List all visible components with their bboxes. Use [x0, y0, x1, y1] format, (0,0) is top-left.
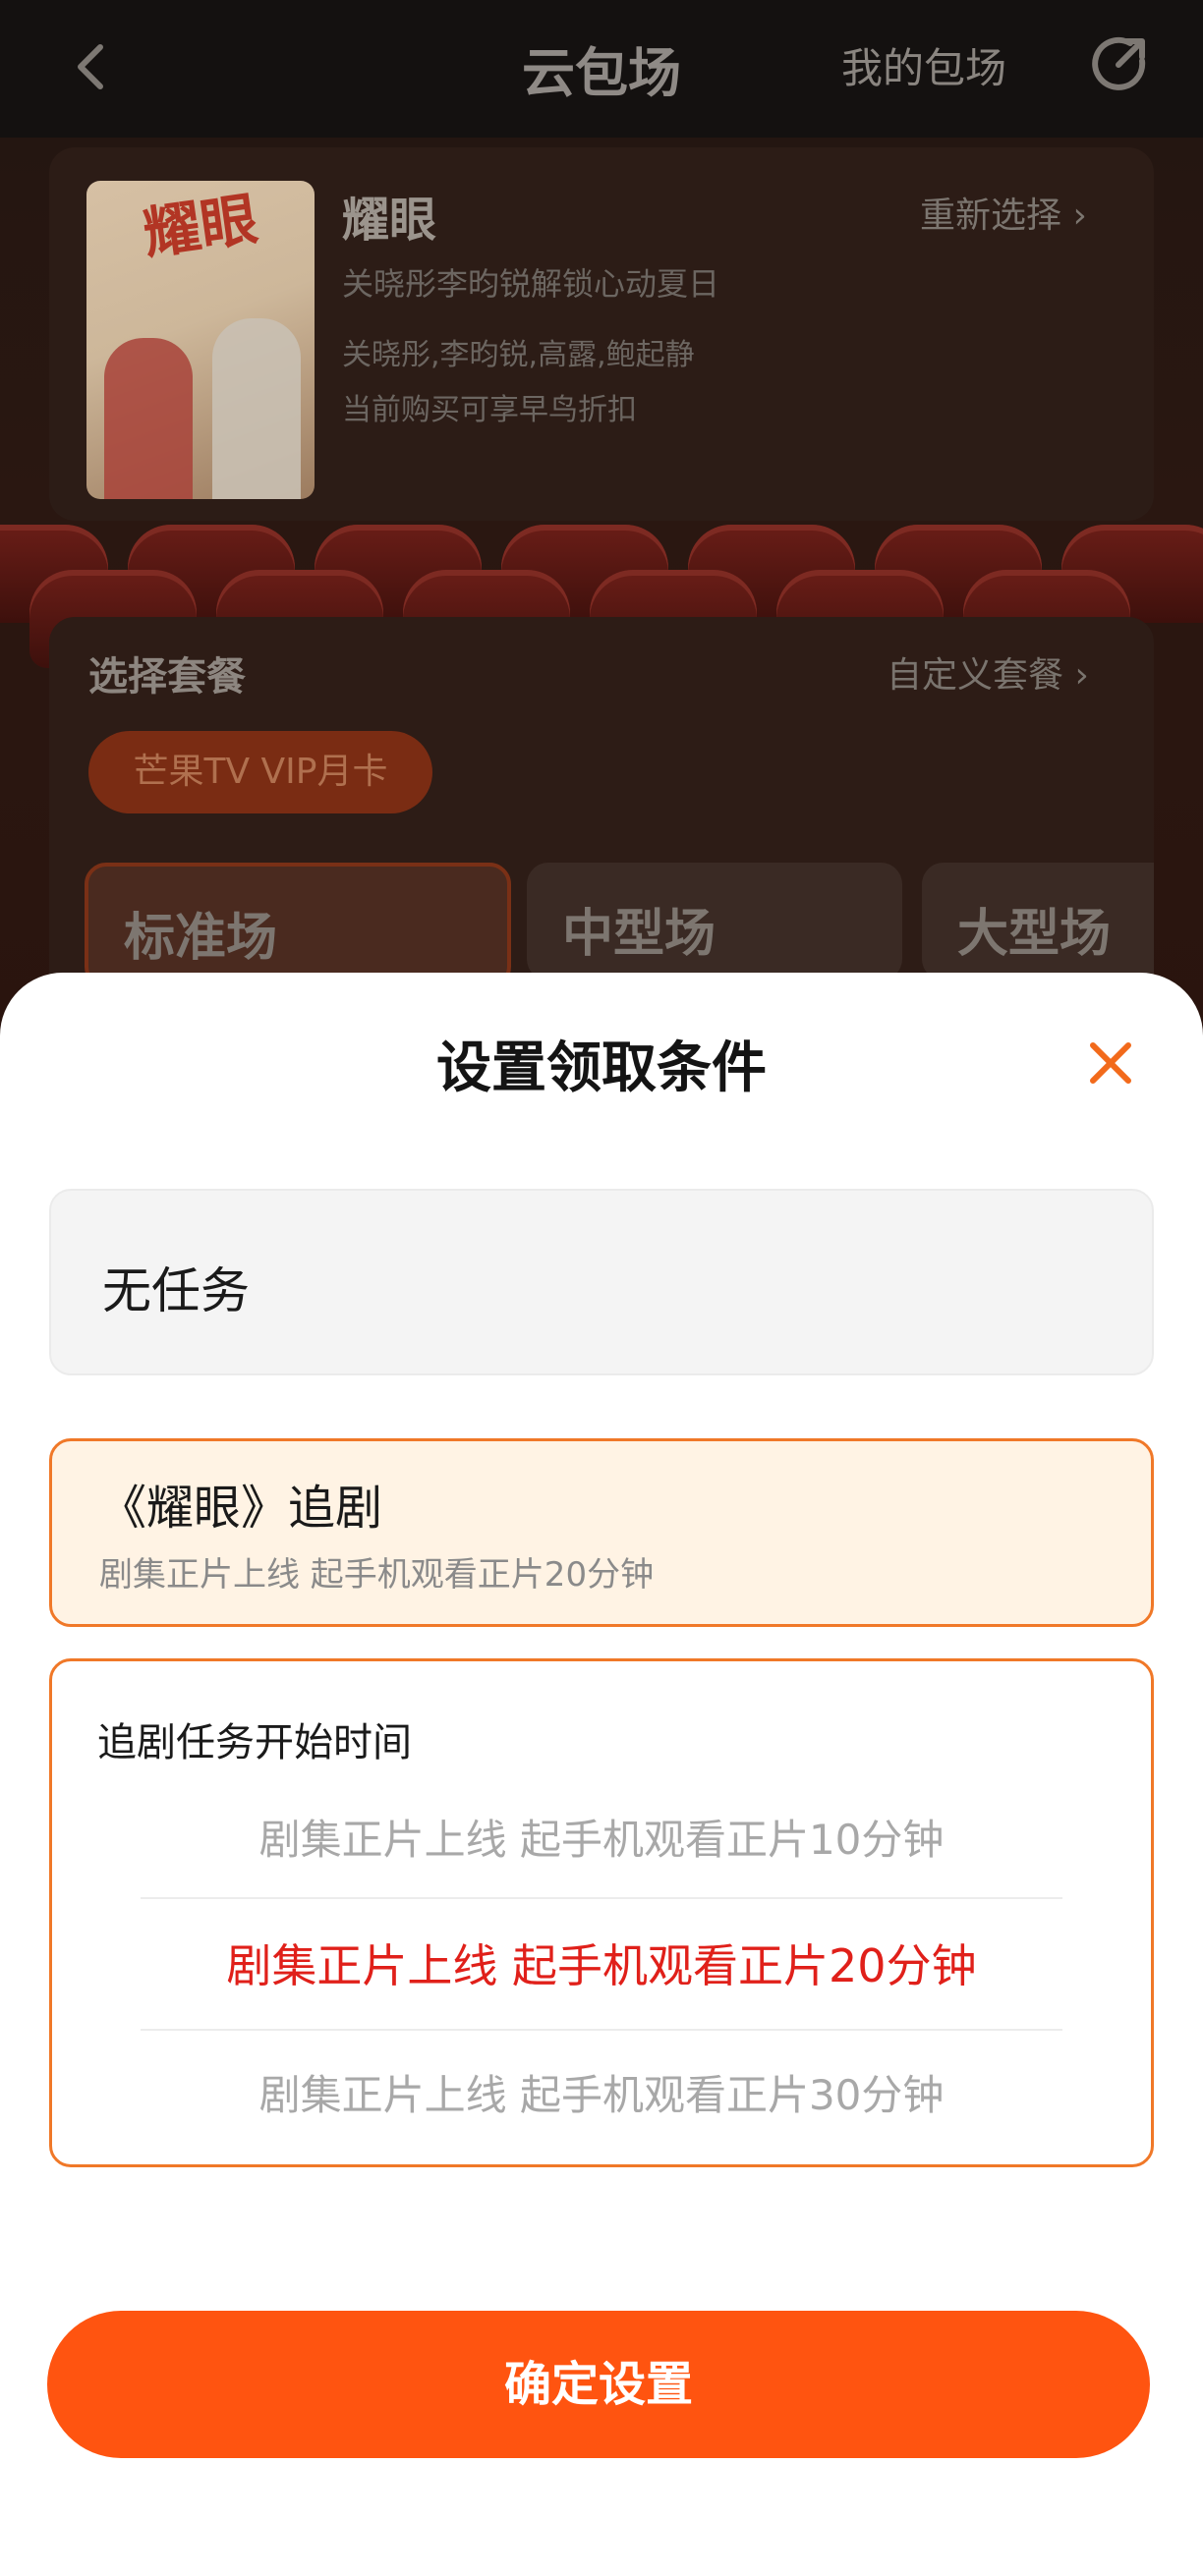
- confirm-button[interactable]: 确定设置: [47, 2311, 1150, 2458]
- background-page: 云包场 我的包场 耀眼 耀眼 重新选择 › 关晓彤李昀锐解锁心动夏日 关晓彤,李…: [0, 0, 1203, 1108]
- size-option-large[interactable]: 大型场: [922, 863, 1154, 980]
- picker-divider: [141, 1897, 1062, 1899]
- movie-promo: 当前购买可享早鸟折扣: [342, 393, 637, 427]
- picker-item-selected[interactable]: 剧集正片上线 起手机观看正片20分钟: [52, 1931, 1151, 1995]
- movie-cast: 关晓彤,李昀锐,高露,鲍起静: [342, 338, 695, 372]
- poster-title: 耀眼: [139, 185, 262, 268]
- movie-name: 耀眼: [342, 193, 437, 248]
- package-chip[interactable]: 芒果TV VIP月卡: [88, 731, 432, 813]
- size-option-standard[interactable]: 标准场: [85, 863, 511, 988]
- picker-divider: [141, 2029, 1062, 2031]
- movie-card: 耀眼 耀眼 重新选择 › 关晓彤李昀锐解锁心动夏日 关晓彤,李昀锐,高露,鲍起静…: [49, 147, 1154, 521]
- my-booking-link[interactable]: 我的包场: [841, 35, 1006, 95]
- cinema-seats-decoration: [0, 511, 1203, 668]
- movie-subtitle: 关晓彤李昀锐解锁心动夏日: [342, 265, 720, 303]
- movie-poster: 耀眼: [86, 181, 315, 499]
- option-no-task-label: 无任务: [102, 1262, 250, 1319]
- start-time-picker[interactable]: 追剧任务开始时间 剧集正片上线 起手机观看正片10分钟 剧集正片上线 起手机观看…: [49, 1658, 1154, 2167]
- picker-title: 追剧任务开始时间: [97, 1720, 412, 1765]
- package-section-title: 选择套餐: [88, 654, 246, 700]
- top-bar: 云包场 我的包场: [0, 0, 1203, 138]
- share-icon[interactable]: [1091, 35, 1148, 92]
- option-drama-subtitle: 剧集正片上线 起手机观看正片20分钟: [99, 1555, 655, 1595]
- size-option-medium[interactable]: 中型场: [527, 863, 902, 980]
- custom-package-link[interactable]: 自定义套餐 ›: [887, 646, 1089, 698]
- close-icon[interactable]: [1087, 1039, 1134, 1087]
- option-drama-task[interactable]: 《耀眼》追剧 剧集正片上线 起手机观看正片20分钟: [49, 1438, 1154, 1627]
- claim-condition-sheet: 设置领取条件 无任务 《耀眼》追剧 剧集正片上线 起手机观看正片20分钟 追剧任…: [0, 973, 1203, 2576]
- page-title: 云包场: [522, 42, 681, 104]
- option-no-task[interactable]: 无任务: [49, 1189, 1154, 1375]
- size-label: 中型场: [562, 905, 716, 964]
- size-label: 大型场: [957, 905, 1112, 964]
- size-label: 标准场: [124, 909, 278, 968]
- option-drama-title: 《耀眼》追剧: [99, 1481, 383, 1536]
- reselect-link[interactable]: 重新选择 ›: [920, 187, 1087, 238]
- sheet-title: 设置领取条件: [436, 1036, 767, 1100]
- picker-item[interactable]: 剧集正片上线 起手机观看正片10分钟: [52, 1807, 1151, 1867]
- picker-item[interactable]: 剧集正片上线 起手机观看正片30分钟: [52, 2062, 1151, 2122]
